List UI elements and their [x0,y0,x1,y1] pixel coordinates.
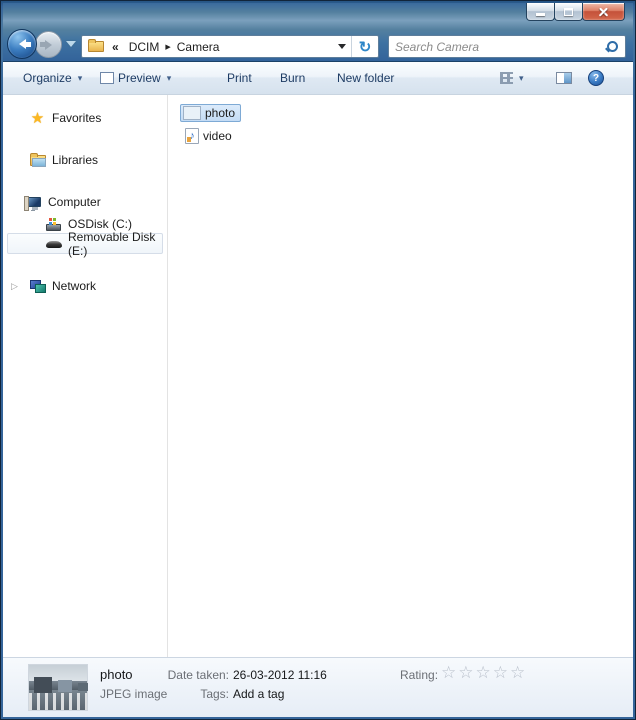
back-arrow-icon [14,39,31,49]
sidebar-item-network[interactable]: Network [29,276,96,296]
chevron-down-icon: ▾ [78,73,83,84]
organize-label: Organize [23,71,72,85]
preview-pane-icon [556,72,572,84]
removable-drive-icon [45,236,62,252]
sidebar-item-label: Favorites [52,111,101,125]
breadcrumb-separator-icon[interactable]: ▶ [163,43,172,51]
preview-button[interactable]: Preview ▾ [100,71,171,85]
help-button[interactable]: ? [588,70,604,86]
window-controls [527,3,625,21]
breadcrumb-segment-dcim[interactable]: DCIM [125,40,164,54]
details-file-name: photo [100,667,133,682]
main-area: ★ Favorites Libraries Computer OSDisk (C… [3,95,633,657]
sidebar-item-label: Removable Disk (E:) [68,230,167,258]
details-pane: photo JPEG image Date taken: 26-03-2012 … [3,657,633,717]
maximize-icon [564,8,573,16]
search-input[interactable] [389,40,603,54]
rating-label: Rating: [400,668,438,682]
media-file-icon: ♪ [185,128,199,144]
refresh-button[interactable]: ↻ [351,36,378,57]
sidebar-item-label: Computer [48,195,101,209]
file-name-label: video [203,129,232,143]
help-icon: ? [588,70,604,86]
views-grid-icon [500,72,513,84]
new-folder-label: New folder [337,71,394,85]
sidebar-item-removable-disk-e[interactable]: Removable Disk (E:) [45,234,167,254]
sidebar-item-computer[interactable]: Computer [25,192,101,212]
window-chrome: « DCIM ▶ Camera ↻ [3,3,633,62]
tags-label: Tags: [143,687,229,701]
breadcrumb-segment-camera[interactable]: Camera [173,40,224,54]
preview-label: Preview [118,71,161,85]
search-box [388,35,626,58]
breadcrumb: « DCIM ▶ Camera [82,36,333,57]
rating-stars: ☆☆☆☆☆ [441,663,527,683]
file-name-label: photo [205,106,235,120]
rating-star-icon[interactable]: ☆ [493,663,510,682]
expander-icon[interactable]: ▷ [11,281,18,292]
chevron-down-icon: ▾ [167,73,172,84]
sidebar-item-label: OSDisk (C:) [68,217,132,231]
forward-button[interactable] [35,31,62,58]
organize-button[interactable]: Organize ▾ [23,71,82,85]
change-view-button[interactable]: ▾ [500,72,524,84]
file-list[interactable]: photo ♪ video [167,95,633,657]
rating-star-icon[interactable]: ☆ [476,663,493,682]
print-button[interactable]: Print [227,71,252,85]
burn-button[interactable]: Burn [280,71,305,85]
file-item-photo[interactable]: photo [180,104,241,122]
sidebar-item-label: Network [52,279,96,293]
new-folder-button[interactable]: New folder [337,71,394,85]
burn-label: Burn [280,71,305,85]
rating-star-icon[interactable]: ☆ [458,663,475,682]
command-toolbar: Organize ▾ Preview ▾ Print Burn New fold… [3,62,633,95]
back-button[interactable] [7,29,37,59]
forward-arrow-icon [40,40,57,50]
libraries-icon [29,152,46,168]
image-file-icon [183,106,201,120]
file-item-video[interactable]: ♪ video [182,126,238,146]
address-bar[interactable]: « DCIM ▶ Camera ↻ [81,35,379,58]
explorer-window: « DCIM ▶ Camera ↻ Organize ▾ Previ [0,0,636,720]
rating-star-icon[interactable]: ☆ [441,663,458,682]
print-label: Print [227,71,252,85]
refresh-icon: ↻ [359,38,372,56]
folder-icon[interactable] [88,41,104,52]
search-icon[interactable] [603,39,619,55]
computer-icon [25,194,42,210]
file-thumbnail [28,664,88,711]
chevron-down-icon: ▾ [519,73,524,84]
sidebar-item-libraries[interactable]: Libraries [29,150,98,170]
close-button[interactable] [582,3,625,21]
rating-star-icon[interactable]: ☆ [510,663,527,682]
preview-icon [100,72,114,84]
breadcrumb-overflow-chevron[interactable]: « [112,40,119,54]
preview-pane-toggle[interactable] [556,72,572,84]
star-icon: ★ [29,110,46,126]
navigation-sidebar: ★ Favorites Libraries Computer OSDisk (C… [3,95,167,657]
recent-pages-dropdown[interactable] [66,41,76,47]
sidebar-item-label: Libraries [52,153,98,167]
chevron-down-icon [338,44,346,49]
minimize-icon [536,13,545,16]
address-dropdown-button[interactable] [333,36,351,57]
tags-value[interactable]: Add a tag [233,687,284,701]
hard-drive-icon [45,216,62,232]
close-icon [598,6,609,17]
date-taken-value[interactable]: 26-03-2012 11:16 [233,668,327,682]
network-icon [29,278,46,294]
date-taken-label: Date taken: [143,668,229,682]
maximize-button[interactable] [554,3,583,21]
minimize-button[interactable] [526,3,555,21]
sidebar-item-favorites[interactable]: ★ Favorites [29,108,101,128]
